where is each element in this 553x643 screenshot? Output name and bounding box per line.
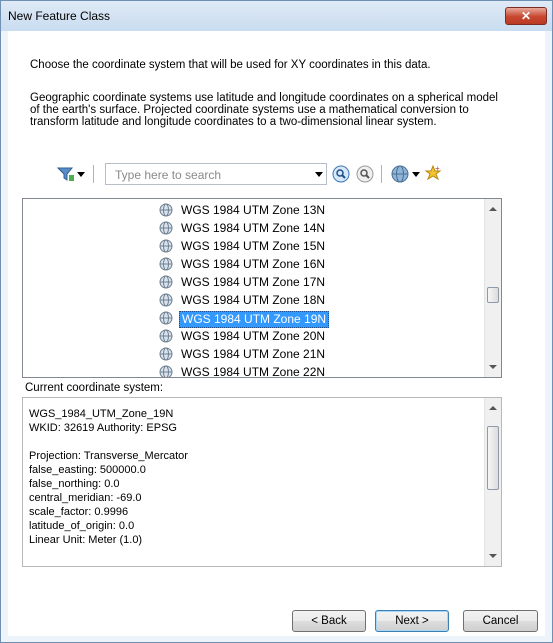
globe-icon xyxy=(159,293,173,307)
clear-search-icon[interactable] xyxy=(356,165,374,183)
cancel-button[interactable]: Cancel xyxy=(463,610,538,632)
current-system-label: Current coordinate system: xyxy=(25,382,164,394)
globe-icon xyxy=(159,221,173,235)
coordinate-system-list[interactable]: WGS 1984 UTM Zone 13N WGS 1984 UTM Zone … xyxy=(22,198,502,378)
globe-icon xyxy=(159,311,173,325)
scroll-thumb[interactable] xyxy=(487,426,499,490)
details-line: WKID: 32619 Authority: EPSG xyxy=(29,422,177,434)
next-button[interactable]: Next > xyxy=(375,610,449,632)
new-feature-class-dialog: New Feature Class ✕ Choose the coordinat… xyxy=(0,0,553,643)
list-item-label: WGS 1984 UTM Zone 21N xyxy=(181,347,326,361)
details-line: Linear Unit: Meter (1.0) xyxy=(29,534,143,546)
svg-text:+: + xyxy=(435,164,440,173)
scroll-up-icon[interactable] xyxy=(489,406,497,410)
list-item-label: WGS 1984 UTM Zone 18N xyxy=(181,293,326,307)
globe-icon xyxy=(159,347,173,361)
close-button[interactable]: ✕ xyxy=(505,7,547,25)
globe-icon xyxy=(159,239,173,253)
list-item-label: WGS 1984 UTM Zone 20N xyxy=(181,329,326,343)
title-bar: New Feature Class ✕ xyxy=(1,1,552,31)
add-favorite-icon[interactable]: + xyxy=(424,164,442,182)
description-line: of the earth's surface. Projected coordi… xyxy=(30,104,469,116)
current-system-details: WGS_1984_UTM_Zone_19N WKID: 32619 Author… xyxy=(22,397,502,567)
back-button[interactable]: < Back xyxy=(292,610,366,632)
instruction-text: Choose the coordinate system that will b… xyxy=(30,59,431,71)
details-line: latitude_of_origin: 0.0 xyxy=(29,520,135,532)
globe-icon xyxy=(159,365,173,377)
scroll-down-icon[interactable] xyxy=(489,554,497,558)
list-item-label: WGS 1984 UTM Zone 15N xyxy=(181,239,326,253)
window-title: New Feature Class xyxy=(8,9,111,23)
list-scrollbar[interactable] xyxy=(484,199,501,377)
globe-icon xyxy=(159,329,173,343)
details-line: WGS_1984_UTM_Zone_19N xyxy=(29,408,174,420)
toolbar-separator xyxy=(381,165,382,183)
globe-icon xyxy=(159,257,173,271)
globe-icon xyxy=(159,203,173,217)
scroll-down-icon[interactable] xyxy=(489,365,497,369)
description-line: Geographic coordinate systems use latitu… xyxy=(30,92,498,104)
list-item-label: WGS 1984 UTM Zone 19N xyxy=(179,311,330,328)
list-item-label: WGS 1984 UTM Zone 17N xyxy=(181,275,326,289)
details-line: false_northing: 0.0 xyxy=(29,478,120,490)
details-line: Projection: Transverse_Mercator xyxy=(29,450,188,462)
toolbar-separator xyxy=(93,165,94,183)
details-line: central_meridian: -69.0 xyxy=(29,492,142,504)
scroll-up-icon[interactable] xyxy=(489,207,497,211)
search-input[interactable]: Type here to search xyxy=(105,163,327,185)
filter-icon[interactable] xyxy=(57,166,75,182)
list-item-label: WGS 1984 UTM Zone 22N xyxy=(181,365,326,378)
details-scrollbar[interactable] xyxy=(484,398,501,566)
dropdown-arrow-icon[interactable] xyxy=(77,172,85,177)
description-text: Geographic coordinate systems use latitu… xyxy=(30,92,530,128)
dropdown-arrow-icon[interactable] xyxy=(412,172,420,177)
globe-icon[interactable] xyxy=(391,165,409,183)
list-item-label: WGS 1984 UTM Zone 13N xyxy=(181,203,326,217)
list-item-label: WGS 1984 UTM Zone 16N xyxy=(181,257,326,271)
list-item-label: WGS 1984 UTM Zone 14N xyxy=(181,221,326,235)
close-icon: ✕ xyxy=(520,9,532,23)
details-line: scale_factor: 0.9996 xyxy=(29,506,129,518)
details-line: false_easting: 500000.0 xyxy=(29,464,146,476)
scroll-thumb[interactable] xyxy=(487,287,499,303)
search-placeholder: Type here to search xyxy=(115,168,222,182)
search-dropdown-arrow-icon[interactable] xyxy=(315,172,323,177)
description-line: transform latitude and longitude coordin… xyxy=(30,116,437,128)
search-icon[interactable] xyxy=(332,165,350,183)
globe-icon xyxy=(159,275,173,289)
